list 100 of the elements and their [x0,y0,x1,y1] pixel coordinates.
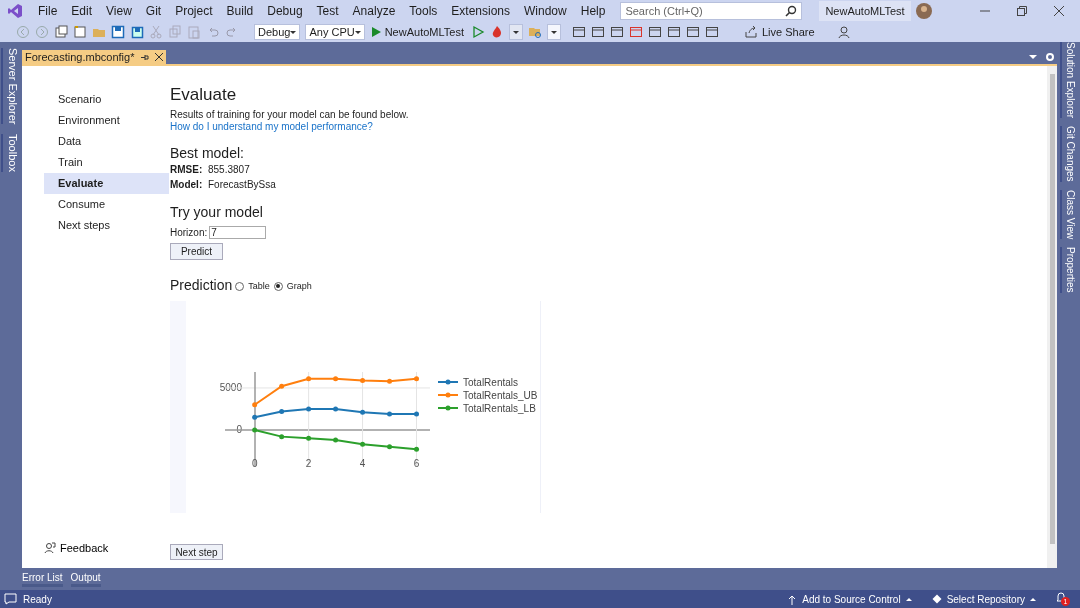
bell-icon[interactable] [1056,592,1066,603]
menu-item[interactable]: Debug [260,0,310,22]
feedback-link[interactable]: Feedback [44,539,169,556]
step-item[interactable]: Next steps [44,215,169,236]
pin-icon[interactable] [140,52,150,62]
avatar-icon[interactable] [916,3,932,19]
feedback-icon[interactable] [837,25,852,39]
status-text: Ready [23,592,52,607]
step-item[interactable]: Data [44,131,169,152]
rail-tab[interactable]: Solution Explorer [1059,42,1078,119]
legend-label: TotalRentals [463,376,519,388]
new-project-icon[interactable] [54,25,68,39]
dropdown-icon[interactable] [1029,54,1037,60]
menu-item[interactable]: Analyze [345,0,403,22]
data-point [360,409,366,415]
step-item[interactable]: Consume [44,194,169,215]
logo-icon[interactable] [7,3,23,19]
live-share-button[interactable]: Live Share [743,23,815,41]
start-button[interactable]: NewAutoMLTest [369,23,466,41]
new-file-icon[interactable] [73,25,87,39]
axis-tick-label: 4 [359,458,366,469]
legend-label: TotalRentals_UB [463,389,538,401]
save-icon[interactable] [111,25,125,39]
section-heading: Best model: [170,144,245,162]
legend-label: TotalRentals_LB [463,402,536,414]
run-without-debug-icon[interactable] [470,25,485,39]
predict-button[interactable]: Predict [170,243,223,260]
play-icon[interactable] [371,27,381,37]
menu-item[interactable]: File [31,0,65,22]
radio-option[interactable]: Table [235,279,270,293]
menu-item[interactable]: Test [309,0,346,22]
data-point [252,402,258,408]
axis-tick-label: 0 [251,458,258,469]
axis-tick-label: 5000 [219,382,242,394]
search-icon[interactable] [785,5,798,17]
menu-item[interactable]: Window [517,0,574,22]
menu-item[interactable]: View [99,0,139,22]
status-button[interactable]: Select Repository [931,591,1036,607]
window-icon[interactable] [571,25,586,39]
platform-dropdown[interactable]: Any CPU [305,24,365,40]
close-icon[interactable] [155,53,164,61]
tool-tab[interactable]: Error List [22,571,63,587]
save-all-icon[interactable] [130,25,144,39]
data-point [279,383,285,389]
menu-item[interactable]: Tools [402,0,445,22]
document-tab[interactable]: Forecasting.mbconfig* [22,50,167,64]
data-point [279,408,285,414]
data-point [414,411,419,417]
target-dropdown[interactable] [508,24,523,40]
tool-tab[interactable]: Output [70,571,101,587]
feedback-icon[interactable] [44,541,56,554]
rail-tab[interactable]: Git Changes [1059,126,1078,182]
description-text: Results of training for your model can be found below. [170,109,410,121]
data-point [306,435,312,441]
menu-item[interactable]: Edit [64,0,100,22]
horizon-field[interactable]: 7 [209,226,267,239]
help-link[interactable]: How do I understand my model performance? [170,121,373,133]
page-heading: Evaluate [170,84,238,106]
metric-label: Model: [170,178,204,192]
rail-tab[interactable]: Properties [1059,247,1078,293]
next-step-button[interactable]: Next step [170,544,223,560]
data-point [387,411,393,417]
rail-tab[interactable]: Class View [1059,189,1078,240]
solution-title: NewAutoMLTest [819,0,911,22]
step-item[interactable]: Evaluate [44,173,169,194]
data-point [333,406,339,412]
step-item[interactable]: Train [44,152,169,173]
restore-icon[interactable] [1017,6,1027,16]
data-point [414,446,419,452]
data-point [387,378,393,384]
section-heading: Try your model [170,203,264,221]
menu-item[interactable]: Help [573,0,613,22]
comment-icon[interactable] [4,593,17,605]
diamond-icon[interactable] [931,593,942,605]
data-point [387,444,393,450]
field-label: Horizon: [170,226,208,240]
settings-icon[interactable] [1045,52,1055,62]
metric-value: ForecastBySsa [208,178,276,192]
share-icon[interactable] [743,25,758,39]
menu-item[interactable]: Extensions [444,0,518,22]
menu-item[interactable]: Project [168,0,220,22]
metric-label: RMSE: [170,163,204,177]
step-item[interactable]: Environment [44,110,169,131]
status-button[interactable]: Add to Source Control [787,591,912,607]
data-point [306,376,312,382]
search-field[interactable]: Search (Ctrl+Q) [620,2,803,20]
step-item[interactable]: Scenario [44,89,169,110]
data-point [252,414,258,420]
scrollbar[interactable] [1047,66,1057,568]
close-icon[interactable] [1054,6,1064,16]
find-dropdown[interactable] [546,24,561,40]
arrow-up-icon[interactable] [787,593,798,605]
data-point [279,434,285,440]
data-point [414,376,419,382]
axis-tick-label: 6 [413,458,420,469]
radio-option[interactable]: Graph [273,279,312,293]
menu-item[interactable]: Git [138,0,169,22]
menu-item[interactable]: Build [219,0,261,22]
configuration-dropdown[interactable]: Debug [254,24,301,40]
data-point [360,377,366,383]
